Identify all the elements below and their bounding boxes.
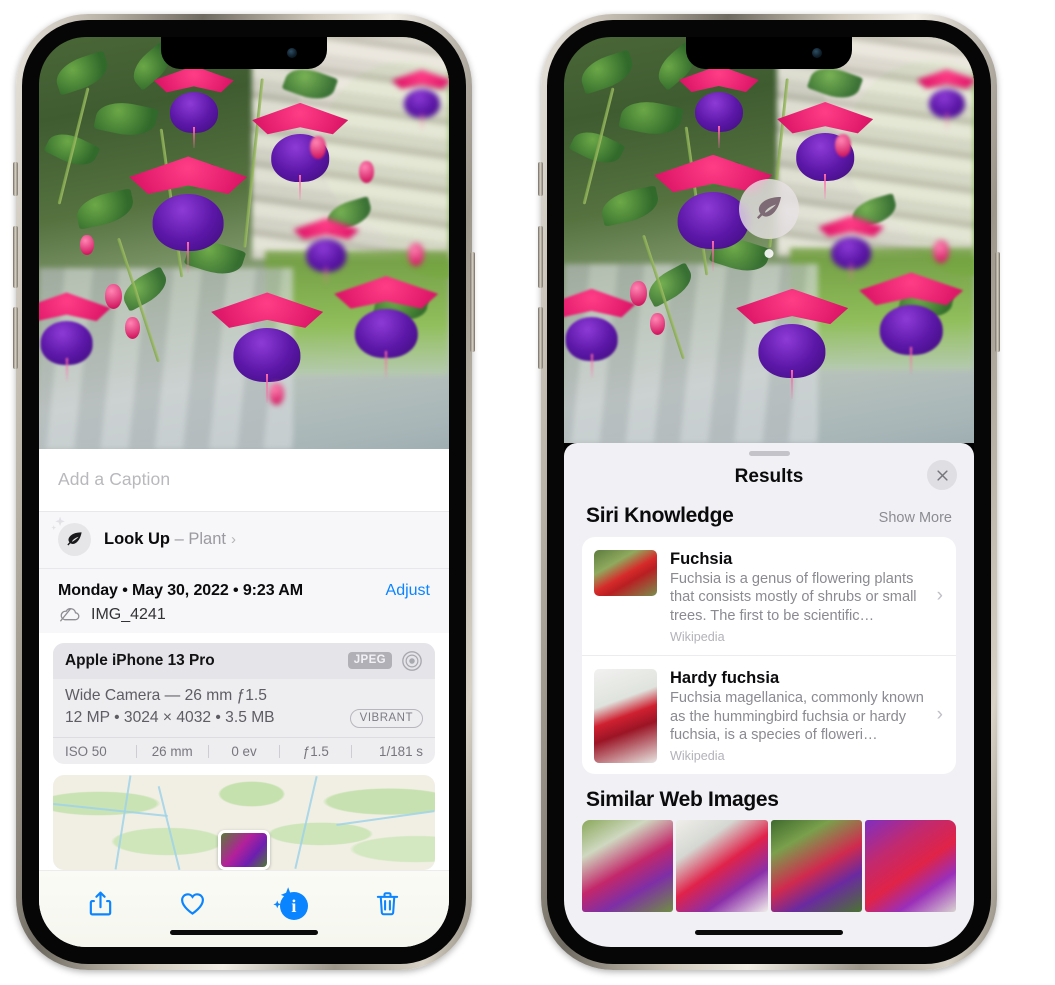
show-more-button[interactable]: Show More <box>879 510 952 526</box>
exif-exposure: 0 ev <box>231 743 257 759</box>
caption-input[interactable]: Add a Caption <box>39 449 449 511</box>
list-item[interactable]: Hardy fuchsia Fuchsia magellanica, commo… <box>582 655 956 774</box>
exif-aperture: ƒ1.5 <box>302 743 329 759</box>
look-up-row[interactable]: Look Up – Plant › <box>39 510 449 568</box>
front-camera-icon <box>287 48 297 58</box>
chevron-right-icon: › <box>936 704 943 726</box>
volume-down-button[interactable] <box>13 307 18 369</box>
web-image-tile[interactable] <box>864 820 956 913</box>
result-description: Fuchsia magellanica, commonly known as t… <box>670 690 924 743</box>
iphone-right: Results Siri Knowledge Show More Fuchsia… <box>538 14 1000 970</box>
camera-lens-line: Wide Camera — 26 mm ƒ1.5 <box>65 686 267 704</box>
info-button[interactable]: i <box>270 886 310 921</box>
web-image-tile[interactable] <box>770 820 862 913</box>
sparkle-icon <box>51 516 65 531</box>
delete-button[interactable] <box>373 888 402 919</box>
share-icon <box>90 891 112 916</box>
metadata-section: Monday • May 30, 2022 • 9:23 AM Adjust I… <box>39 567 449 633</box>
power-button[interactable] <box>470 252 475 352</box>
chevron-right-icon: › <box>936 585 943 607</box>
result-description: Fuchsia is a genus of flowering plants t… <box>670 571 917 624</box>
share-button[interactable] <box>86 888 115 919</box>
chevron-right-icon: › <box>230 531 236 549</box>
leaf-icon <box>51 516 91 557</box>
result-title: Fuchsia <box>670 550 733 568</box>
web-image-tile[interactable] <box>582 820 674 913</box>
camera-info-card[interactable]: Apple iPhone 13 Pro JPEG Wide Camera — 2… <box>53 642 435 765</box>
front-camera-icon <box>812 48 822 58</box>
exif-focal: 26 mm <box>151 743 193 759</box>
list-item[interactable]: Fuchsia Fuchsia is a genus of flowering … <box>582 537 956 655</box>
photographic-style-badge: VIBRANT <box>349 708 423 728</box>
photo-info-panel: Add a Caption Look Up – Plant › Monday •… <box>39 449 449 947</box>
lookup-anchor-dot <box>764 249 774 258</box>
result-title: Hardy fuchsia <box>670 669 780 688</box>
aperture-icon <box>402 650 422 671</box>
photo-toolbar: i <box>39 870 449 947</box>
look-up-subject: Plant <box>188 530 226 549</box>
photo-filename: IMG_4241 <box>91 605 166 623</box>
visual-look-up-badge[interactable] <box>739 179 799 239</box>
leaf-icon <box>757 197 781 219</box>
photo-date: Monday • May 30, 2022 • 9:23 AM <box>58 581 303 599</box>
camera-device-name: Apple iPhone 13 Pro <box>65 651 215 669</box>
volume-up-button[interactable] <box>538 226 543 288</box>
exif-row: ISO 50 26 mm 0 ev ƒ1.5 1/181 s <box>53 736 435 765</box>
notch <box>161 37 327 69</box>
info-glyph: i <box>279 892 308 921</box>
results-sheet: Results Siri Knowledge Show More Fuchsia… <box>564 443 974 947</box>
knowledge-card-list: Fuchsia Fuchsia is a genus of flowering … <box>582 537 956 775</box>
result-thumbnail <box>594 550 657 596</box>
adjust-button[interactable]: Adjust <box>386 582 430 600</box>
home-indicator[interactable] <box>695 930 843 935</box>
screenshot-root: Add a Caption Look Up – Plant › Monday •… <box>0 0 1055 985</box>
similar-web-images-header: Similar Web Images <box>564 774 974 820</box>
heart-icon <box>181 892 205 915</box>
notch <box>686 37 852 69</box>
section-title: Siri Knowledge <box>586 504 734 527</box>
location-map[interactable] <box>53 775 435 871</box>
screen-left: Add a Caption Look Up – Plant › Monday •… <box>39 37 449 947</box>
similar-images-strip <box>564 820 974 913</box>
look-up-label: Look Up – Plant <box>104 530 226 549</box>
iphone-left: Add a Caption Look Up – Plant › Monday •… <box>13 14 475 970</box>
format-badge: JPEG <box>347 652 392 670</box>
siri-knowledge-header: Siri Knowledge Show More <box>564 498 974 537</box>
home-indicator[interactable] <box>170 930 318 935</box>
close-button[interactable] <box>927 460 957 490</box>
look-up-title: Look Up <box>104 530 170 549</box>
screen-right: Results Siri Knowledge Show More Fuchsia… <box>564 37 974 947</box>
photo-fuchsia-right[interactable] <box>564 37 974 443</box>
volume-up-button[interactable] <box>13 226 18 288</box>
mute-switch[interactable] <box>538 162 543 196</box>
look-up-separator: – <box>174 530 184 549</box>
exif-iso: ISO 50 <box>65 743 107 759</box>
section-title: Similar Web Images <box>586 788 779 812</box>
photo-fuchsia-left[interactable] <box>39 37 449 449</box>
mute-switch[interactable] <box>13 162 18 196</box>
result-thumbnail <box>594 669 657 764</box>
cloud-slash-icon <box>59 608 80 622</box>
trash-icon <box>376 891 398 915</box>
result-source: Wikipedia <box>670 630 725 645</box>
close-icon <box>936 469 948 481</box>
photo-location-pin <box>218 830 270 871</box>
favorite-button[interactable] <box>178 888 207 919</box>
power-button[interactable] <box>995 252 1000 352</box>
sheet-title: Results <box>734 466 804 487</box>
result-source: Wikipedia <box>670 749 725 764</box>
web-image-tile[interactable] <box>676 820 768 913</box>
camera-specs-line: 12 MP • 3024 × 4032 • 3.5 MB <box>65 709 275 727</box>
exif-shutter: 1/181 s <box>379 743 423 759</box>
volume-down-button[interactable] <box>538 307 543 369</box>
